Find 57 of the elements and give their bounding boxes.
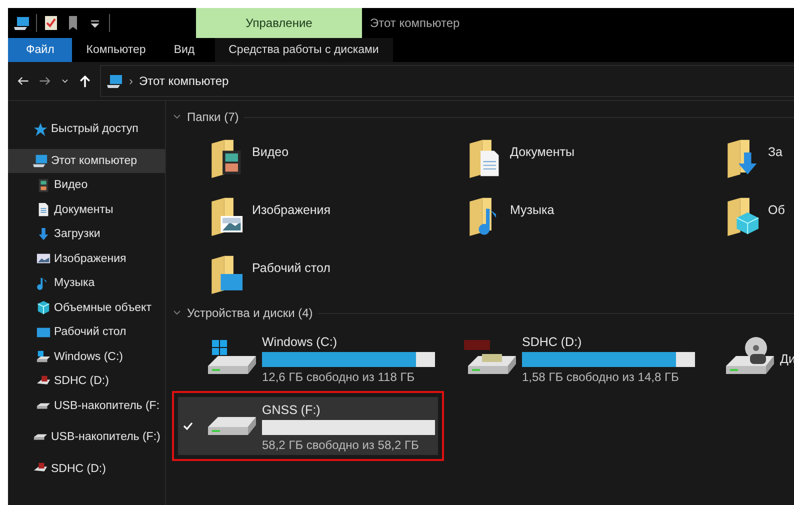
sidebar-item[interactable]: Музыка bbox=[8, 271, 165, 296]
usb-drive-icon bbox=[33, 433, 48, 442]
sidebar-item[interactable]: Объемные объект bbox=[8, 296, 165, 320]
folder-item[interactable]: Рабочий стол bbox=[208, 251, 466, 297]
sidebar-item[interactable]: SDHC (D:) bbox=[8, 369, 165, 394]
ribbon-tab[interactable]: Вид bbox=[160, 38, 209, 62]
breadcrumb-separator[interactable]: › bbox=[129, 74, 133, 88]
sidebar-item[interactable]: Быстрый доступ bbox=[8, 117, 165, 142]
address-field[interactable]: › Этот компьютер bbox=[100, 65, 794, 97]
drive-tile[interactable]: GNSS (F:) 58,2 ГБ свободно из 58,2 ГБ bbox=[178, 397, 438, 455]
window-title: Этот компьютер bbox=[370, 16, 460, 30]
forward-arrow-icon[interactable] bbox=[38, 74, 52, 88]
drive-label: SDHC (D:) bbox=[522, 334, 583, 348]
sidebar-item[interactable]: USB-накопитель (F:) bbox=[8, 425, 165, 450]
folder-item[interactable]: Музыка bbox=[466, 193, 724, 239]
sidebar-item[interactable]: Документы bbox=[8, 198, 165, 222]
free-space-text: 1,58 ГБ свободно из 14,8 ГБ bbox=[522, 370, 680, 384]
usb-drive-icon bbox=[206, 416, 258, 436]
computer-icon bbox=[107, 73, 123, 89]
sidebar-item[interactable]: Изображения bbox=[8, 246, 165, 271]
free-space-text: 12,6 ГБ свободно из 118 ГБ bbox=[262, 370, 416, 384]
section-header[interactable]: Устройства и диски (4) bbox=[187, 306, 313, 320]
up-arrow-icon[interactable] bbox=[78, 74, 92, 88]
drive-label: GNSS (F:) bbox=[262, 402, 322, 416]
free-space-text: 58,2 ГБ свободно из 58,2 ГБ bbox=[262, 438, 420, 452]
film-icon bbox=[36, 178, 51, 193]
section-header[interactable]: Папки (7) bbox=[187, 110, 239, 124]
computer-icon bbox=[33, 153, 48, 168]
cube-icon bbox=[36, 300, 51, 316]
ribbon-tab[interactable]: Файл bbox=[8, 38, 72, 62]
drive-tile[interactable]: SDHC (D:) 1,58 ГБ свободно из 14,8 ГБ bbox=[438, 329, 696, 387]
usb-drive-icon bbox=[36, 402, 51, 410]
down-arrow-icon bbox=[36, 226, 51, 242]
back-arrow-icon[interactable] bbox=[16, 74, 30, 88]
ribbon-tab[interactable]: Средства работы с дисками bbox=[214, 38, 393, 62]
star-icon bbox=[33, 122, 48, 137]
drive-tile[interactable]: Windows (C:) 12,6 ГБ свободно из 118 ГБ bbox=[178, 329, 438, 387]
sidebar-item[interactable]: Этот компьютер bbox=[8, 148, 165, 173]
folder-item[interactable]: Видео bbox=[208, 135, 466, 181]
sidebar-item[interactable]: Видео bbox=[8, 173, 165, 198]
document-icon bbox=[36, 202, 51, 218]
ribbon-tab[interactable]: Компьютер bbox=[72, 38, 160, 62]
folder-item[interactable]: Изображения bbox=[208, 193, 466, 239]
drive-label: Windows (C:) bbox=[262, 334, 338, 348]
computer-icon[interactable] bbox=[14, 15, 30, 31]
context-tab[interactable]: Управление bbox=[196, 8, 362, 38]
drive-icon bbox=[36, 349, 51, 364]
sidebar-item[interactable]: Загрузки bbox=[8, 222, 165, 246]
folder-item[interactable]: За bbox=[724, 135, 794, 181]
sidebar-item[interactable]: SDHC (D:) bbox=[8, 456, 165, 481]
checkbox[interactable] bbox=[182, 420, 194, 432]
sidebar-item[interactable]: USB-накопитель (F: bbox=[8, 394, 165, 418]
sidebar-item[interactable]: Рабочий стол bbox=[8, 320, 165, 344]
sidebar-item[interactable]: Windows (C:) bbox=[8, 344, 165, 369]
folder-item[interactable]: Об bbox=[724, 193, 794, 239]
folder-item[interactable]: Документы bbox=[466, 135, 724, 181]
checklist-icon[interactable] bbox=[43, 15, 59, 31]
